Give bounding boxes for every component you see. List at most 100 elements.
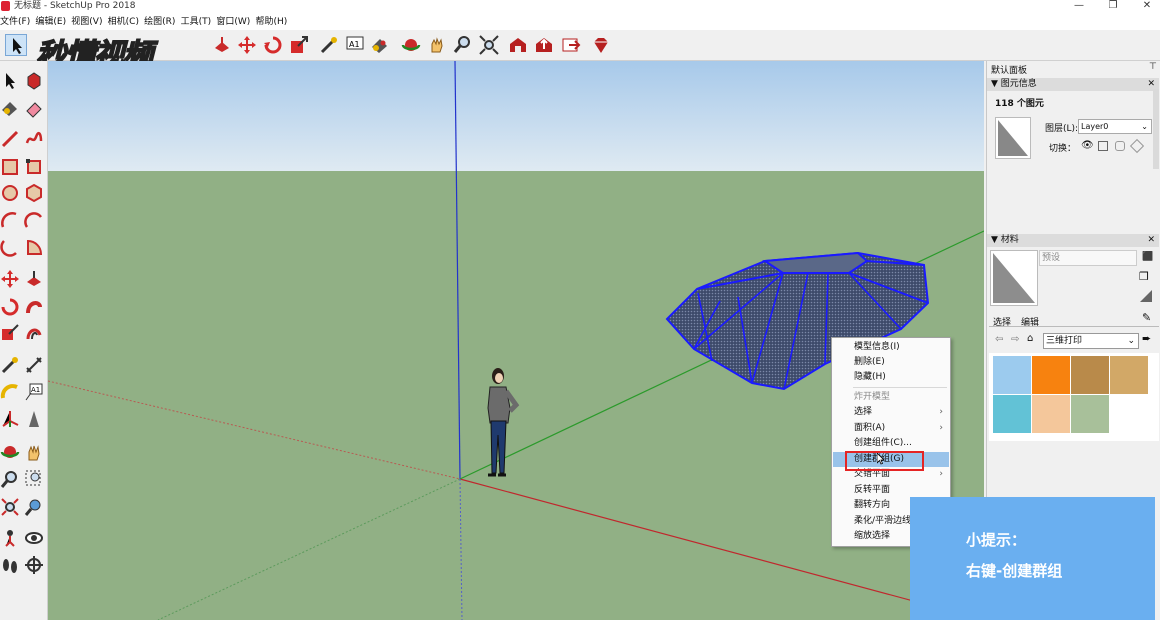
circle-tool-icon[interactable] [0, 183, 20, 203]
back-arrow-icon[interactable]: ⇦ [995, 334, 1003, 345]
material-swatch[interactable] [993, 395, 1031, 433]
warehouse-icon[interactable] [507, 34, 529, 56]
menu-item-reverse-faces[interactable]: 反转平面 [833, 483, 949, 498]
3d-text-icon[interactable] [24, 409, 44, 429]
tape-measure-icon[interactable] [0, 355, 20, 375]
material-name-field[interactable]: 预设 [1039, 250, 1137, 266]
zoom-window-icon[interactable] [24, 469, 44, 489]
pin-icon[interactable]: ⊤ [1149, 62, 1157, 72]
menu-window[interactable]: 窗口(W) [216, 14, 252, 30]
receive-shadows-icon[interactable] [1115, 141, 1125, 151]
follow-me-icon[interactable] [24, 297, 44, 317]
paint-bucket-icon[interactable] [0, 98, 20, 118]
polygon-tool-icon[interactable] [24, 183, 44, 203]
look-around-icon[interactable] [24, 528, 44, 548]
scale-tool-icon[interactable] [288, 34, 310, 56]
material-library-select[interactable]: 三维打印 ⌄ [1043, 333, 1139, 349]
dimension-icon[interactable] [24, 355, 44, 375]
scale-icon[interactable] [0, 323, 20, 343]
material-swatch-grid [989, 353, 1159, 441]
material-swatch[interactable] [1071, 395, 1109, 433]
lock-icon[interactable] [1098, 141, 1108, 151]
material-swatch[interactable] [1032, 356, 1070, 394]
minimize-icon[interactable]: — [1064, 0, 1094, 13]
arc-tool-icon[interactable] [0, 211, 20, 231]
tray-scrollbar[interactable] [1153, 89, 1159, 169]
menu-file[interactable]: 文件(F) [0, 14, 32, 30]
freehand-tool-icon[interactable] [24, 129, 44, 149]
close-panel-icon[interactable]: ✕ [1147, 234, 1155, 247]
position-camera-icon[interactable] [0, 528, 20, 548]
restore-icon[interactable]: ❐ [1098, 0, 1128, 13]
push-pull-icon[interactable] [24, 269, 44, 289]
rotate-icon[interactable] [0, 297, 20, 317]
share-component-icon[interactable] [560, 34, 582, 56]
rectangle-tool-icon[interactable] [0, 157, 20, 177]
eyedropper-icon[interactable]: ✎ [1142, 311, 1151, 324]
forward-arrow-icon[interactable]: ⇨ [1011, 334, 1019, 345]
section-plane-icon[interactable] [24, 555, 44, 575]
pan-tool-icon[interactable] [426, 34, 448, 56]
menu-help[interactable]: 帮助(H) [255, 14, 289, 30]
menu-item-delete[interactable]: 删除(E) [833, 355, 949, 370]
entity-thumbnail[interactable] [995, 117, 1031, 159]
text-label-icon[interactable]: A1 [24, 382, 44, 402]
orbit-icon[interactable] [0, 442, 20, 462]
two-point-arc-icon[interactable] [24, 211, 44, 231]
menu-item-hide[interactable]: 隐藏(H) [833, 370, 949, 385]
zoom-extents-icon[interactable] [0, 497, 20, 517]
move-icon[interactable] [0, 269, 20, 289]
protractor-icon[interactable] [0, 382, 20, 402]
tape-measure-tool-icon[interactable] [318, 34, 340, 56]
material-swatch[interactable] [1110, 356, 1148, 394]
details-arrow-icon[interactable]: ➨ [1142, 332, 1151, 345]
menu-separator [853, 387, 947, 388]
layer-select[interactable]: Layer0 ⌄ [1078, 119, 1152, 134]
rotated-rectangle-icon[interactable] [24, 157, 44, 177]
push-pull-tool-icon[interactable] [211, 34, 233, 56]
menu-draw[interactable]: 绘图(R) [144, 14, 177, 30]
create-material-icon[interactable]: ❒ [1139, 270, 1149, 283]
menu-tools[interactable]: 工具(T) [181, 14, 214, 30]
menu-item-select[interactable]: 选择 › [833, 405, 949, 420]
menu-camera[interactable]: 相机(C) [108, 14, 141, 30]
axes-icon[interactable] [0, 409, 20, 429]
pan-hand-icon[interactable] [24, 442, 44, 462]
visibility-eye-icon[interactable]: 👁 [1081, 140, 1094, 151]
materials-header[interactable]: ▼ 材料 ✕ [987, 234, 1159, 247]
rotate-tool-icon[interactable] [262, 34, 284, 56]
paint-bucket-tool-icon[interactable] [369, 34, 391, 56]
select-arrow-icon[interactable] [0, 71, 20, 91]
entity-info-header[interactable]: ▼ 图元信息 ✕ [987, 78, 1159, 91]
offset-icon[interactable] [24, 323, 44, 343]
line-tool-icon[interactable] [0, 129, 20, 149]
menu-item-model-info[interactable]: 模型信息(I) [833, 340, 949, 355]
make-component-icon[interactable] [24, 71, 44, 91]
menu-item-make-component[interactable]: 创建组件(C)... [833, 436, 949, 451]
text-tool-icon[interactable]: A1 [344, 34, 366, 56]
pie-tool-icon[interactable] [24, 237, 44, 257]
cast-shadows-icon[interactable] [1129, 138, 1145, 154]
zoom-icon[interactable] [0, 469, 20, 489]
material-swatch[interactable] [1071, 356, 1109, 394]
orbit-tool-icon[interactable] [400, 34, 422, 56]
home-icon[interactable]: ⌂ [1027, 333, 1033, 344]
menu-view[interactable]: 视图(V) [71, 14, 104, 30]
share-model-icon[interactable] [533, 34, 555, 56]
material-swatch[interactable] [993, 356, 1031, 394]
sample-paint-icon[interactable] [1139, 289, 1153, 306]
three-point-arc-icon[interactable] [0, 237, 20, 257]
zoom-tool-icon[interactable] [452, 34, 474, 56]
walk-icon[interactable] [0, 555, 20, 575]
extension-warehouse-icon[interactable] [590, 34, 612, 56]
select-tool-icon[interactable] [5, 34, 27, 56]
menu-item-area[interactable]: 面积(A) › [833, 421, 949, 436]
material-swatch[interactable] [1032, 395, 1070, 433]
zoom-extents-tool-icon[interactable] [478, 34, 500, 56]
move-tool-icon[interactable] [236, 34, 258, 56]
default-material-icon[interactable]: ⬛ [1142, 252, 1153, 262]
close-icon[interactable]: ✕ [1132, 0, 1160, 13]
previous-view-icon[interactable] [24, 497, 44, 517]
menu-edit[interactable]: 编辑(E) [35, 14, 68, 30]
eraser-icon[interactable] [24, 98, 44, 118]
